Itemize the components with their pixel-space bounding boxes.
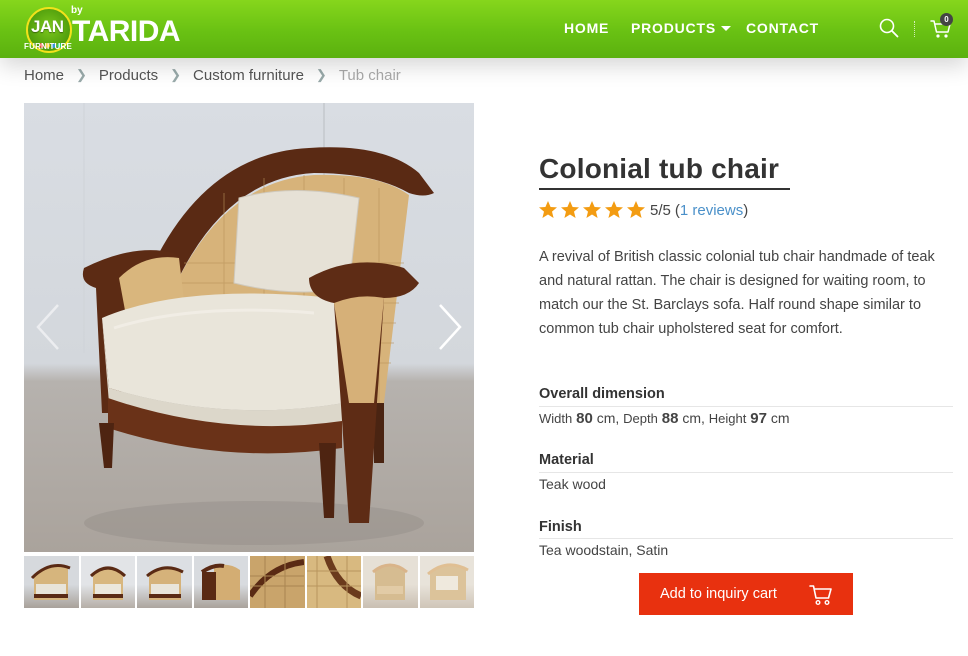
thumbnail-8[interactable] (419, 556, 474, 608)
product-rating: 5/5 (1 reviews) (538, 200, 748, 220)
width-label: Width (539, 411, 573, 426)
height-value: 97 (750, 410, 767, 427)
logo-furniture-text: FURNITURE (24, 42, 73, 51)
product-title: Colonial tub chair (539, 153, 780, 184)
nav-home[interactable]: HOME (564, 20, 609, 36)
dimension-value: Width 80 cm, Depth 88 cm, Height 97 cm (539, 410, 790, 427)
chevron-right-icon: ❯ (76, 67, 87, 82)
chevron-right-icon: ❯ (315, 67, 327, 82)
thumbnail-1[interactable] (24, 556, 79, 608)
breadcrumb-custom-furniture[interactable]: Custom furniture (193, 67, 304, 84)
rating-score: 5/5 (650, 201, 671, 219)
chevron-right-icon: ❯ (170, 67, 182, 82)
height-label: Height (708, 411, 747, 426)
brand-logo[interactable]: JAN FURNITURE by TARIDA (24, 5, 184, 53)
finish-value: Tea woodstain, Satin (539, 542, 669, 558)
add-to-inquiry-cart-button[interactable]: Add to inquiry cart (639, 573, 853, 615)
depth-label: Depth (623, 411, 658, 426)
thumbnail-4[interactable] (193, 556, 248, 608)
thumbnail-6[interactable] (306, 556, 361, 608)
thumbnail-3[interactable] (137, 556, 192, 608)
depth-unit: cm (682, 410, 701, 426)
height-unit: cm (770, 410, 790, 426)
reviews-link[interactable]: 1 reviews (680, 202, 743, 219)
product-main-image[interactable] (24, 103, 474, 552)
chevron-down-icon (720, 26, 731, 31)
chevron-right-icon[interactable] (436, 303, 464, 351)
star-icon (627, 201, 645, 218)
star-icon (583, 201, 601, 218)
width-value: 80 (576, 410, 593, 427)
site-header: JAN FURNITURE by TARIDA HOME PRODUCTS CO… (0, 0, 968, 58)
material-label: Material (539, 452, 594, 468)
title-underline (539, 188, 790, 190)
nav-products-label: PRODUCTS (631, 20, 716, 36)
material-value: Teak wood (539, 476, 606, 492)
reviews-close-paren: ) (743, 201, 749, 219)
breadcrumb-current: Tub chair (338, 66, 401, 84)
depth-value: 88 (661, 410, 679, 427)
nav-contact[interactable]: CONTACT (746, 20, 819, 36)
star-icon (605, 201, 623, 218)
thumbnail-5[interactable] (250, 556, 305, 608)
chevron-left-icon[interactable] (34, 303, 62, 351)
logo-color-dots (39, 35, 63, 48)
width-unit: cm (596, 410, 616, 426)
breadcrumb-products[interactable]: Products (99, 67, 158, 84)
logo-tarida-text: TARIDA (72, 15, 181, 48)
thumbnail-strip (24, 556, 474, 608)
spec-divider (539, 472, 953, 473)
cart-icon (809, 585, 832, 606)
finish-label: Finish (539, 519, 582, 535)
star-icon (539, 201, 557, 218)
thumbnail-2[interactable] (80, 556, 135, 608)
chair-photo (82, 103, 434, 545)
logo-jan-text: JAN (31, 17, 64, 36)
nav-products[interactable]: PRODUCTS (631, 20, 731, 36)
thumbnail-7[interactable] (363, 556, 418, 608)
spec-divider (539, 406, 953, 407)
search-icon[interactable] (879, 18, 899, 38)
add-to-cart-label: Add to inquiry cart (660, 586, 777, 602)
breadcrumb-home[interactable]: Home (24, 67, 64, 84)
dimension-label: Overall dimension (539, 386, 665, 402)
cart-count-badge: 0 (940, 13, 953, 26)
breadcrumb: Home ❯ Products ❯ Custom furniture ❯ Tub… (24, 66, 401, 84)
header-divider (914, 21, 915, 37)
product-description: A revival of British classic colonial tu… (539, 249, 935, 337)
star-icon (561, 201, 579, 218)
spec-divider (539, 538, 953, 539)
